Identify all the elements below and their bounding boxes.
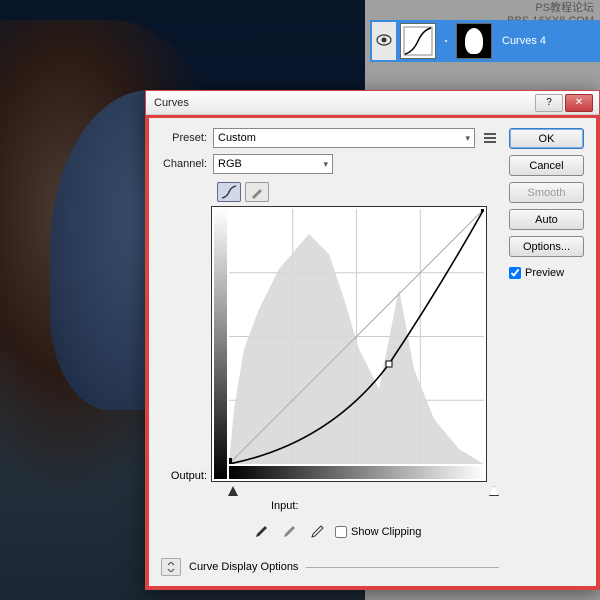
display-options-label: Curve Display Options bbox=[189, 561, 298, 573]
dialog-title: Curves bbox=[152, 97, 533, 109]
curves-grid[interactable] bbox=[211, 206, 487, 482]
smooth-button[interactable]: Smooth bbox=[509, 182, 584, 203]
curves-dialog: Curves ? ✕ Preset: Custom Channel: RGB bbox=[145, 90, 600, 590]
show-clipping-checkbox[interactable]: Show Clipping bbox=[335, 526, 421, 538]
layer-name[interactable]: Curves 4 bbox=[496, 35, 546, 47]
output-label: Output: bbox=[161, 206, 211, 512]
link-icon: ⬞ bbox=[440, 35, 452, 48]
input-slider[interactable] bbox=[228, 486, 499, 500]
ok-button[interactable]: OK bbox=[509, 128, 584, 149]
layers-panel: ⬞ Curves 4 bbox=[370, 20, 600, 62]
layer-row[interactable]: ⬞ Curves 4 bbox=[370, 20, 600, 62]
channel-combo[interactable]: RGB bbox=[213, 154, 333, 174]
input-gradient bbox=[229, 466, 484, 479]
input-label: Input: bbox=[211, 500, 499, 512]
white-eyedropper[interactable] bbox=[307, 522, 327, 542]
eye-icon bbox=[376, 34, 392, 49]
help-button[interactable]: ? bbox=[535, 94, 563, 112]
black-point-handle[interactable] bbox=[228, 486, 238, 496]
white-point-handle[interactable] bbox=[489, 486, 499, 496]
visibility-toggle[interactable] bbox=[372, 22, 396, 60]
layer-mask-thumb[interactable] bbox=[456, 23, 492, 59]
preview-checkbox[interactable]: Preview bbox=[509, 267, 584, 279]
preset-combo[interactable]: Custom bbox=[213, 128, 475, 148]
auto-button[interactable]: Auto bbox=[509, 209, 584, 230]
dialog-titlebar[interactable]: Curves ? ✕ bbox=[146, 91, 599, 115]
close-button[interactable]: ✕ bbox=[565, 94, 593, 112]
separator bbox=[306, 567, 499, 568]
expand-display-options[interactable] bbox=[161, 558, 181, 576]
options-button[interactable]: Options... bbox=[509, 236, 584, 257]
cancel-button[interactable]: Cancel bbox=[509, 155, 584, 176]
curve-point-tool[interactable] bbox=[217, 182, 241, 202]
curve-pencil-tool[interactable] bbox=[245, 182, 269, 202]
black-eyedropper[interactable] bbox=[251, 522, 271, 542]
preset-menu-icon[interactable] bbox=[481, 129, 499, 147]
preset-label: Preset: bbox=[161, 132, 213, 144]
channel-label: Channel: bbox=[161, 158, 213, 170]
output-gradient bbox=[214, 209, 227, 479]
adjustment-thumb[interactable] bbox=[400, 23, 436, 59]
gray-eyedropper[interactable] bbox=[279, 522, 299, 542]
